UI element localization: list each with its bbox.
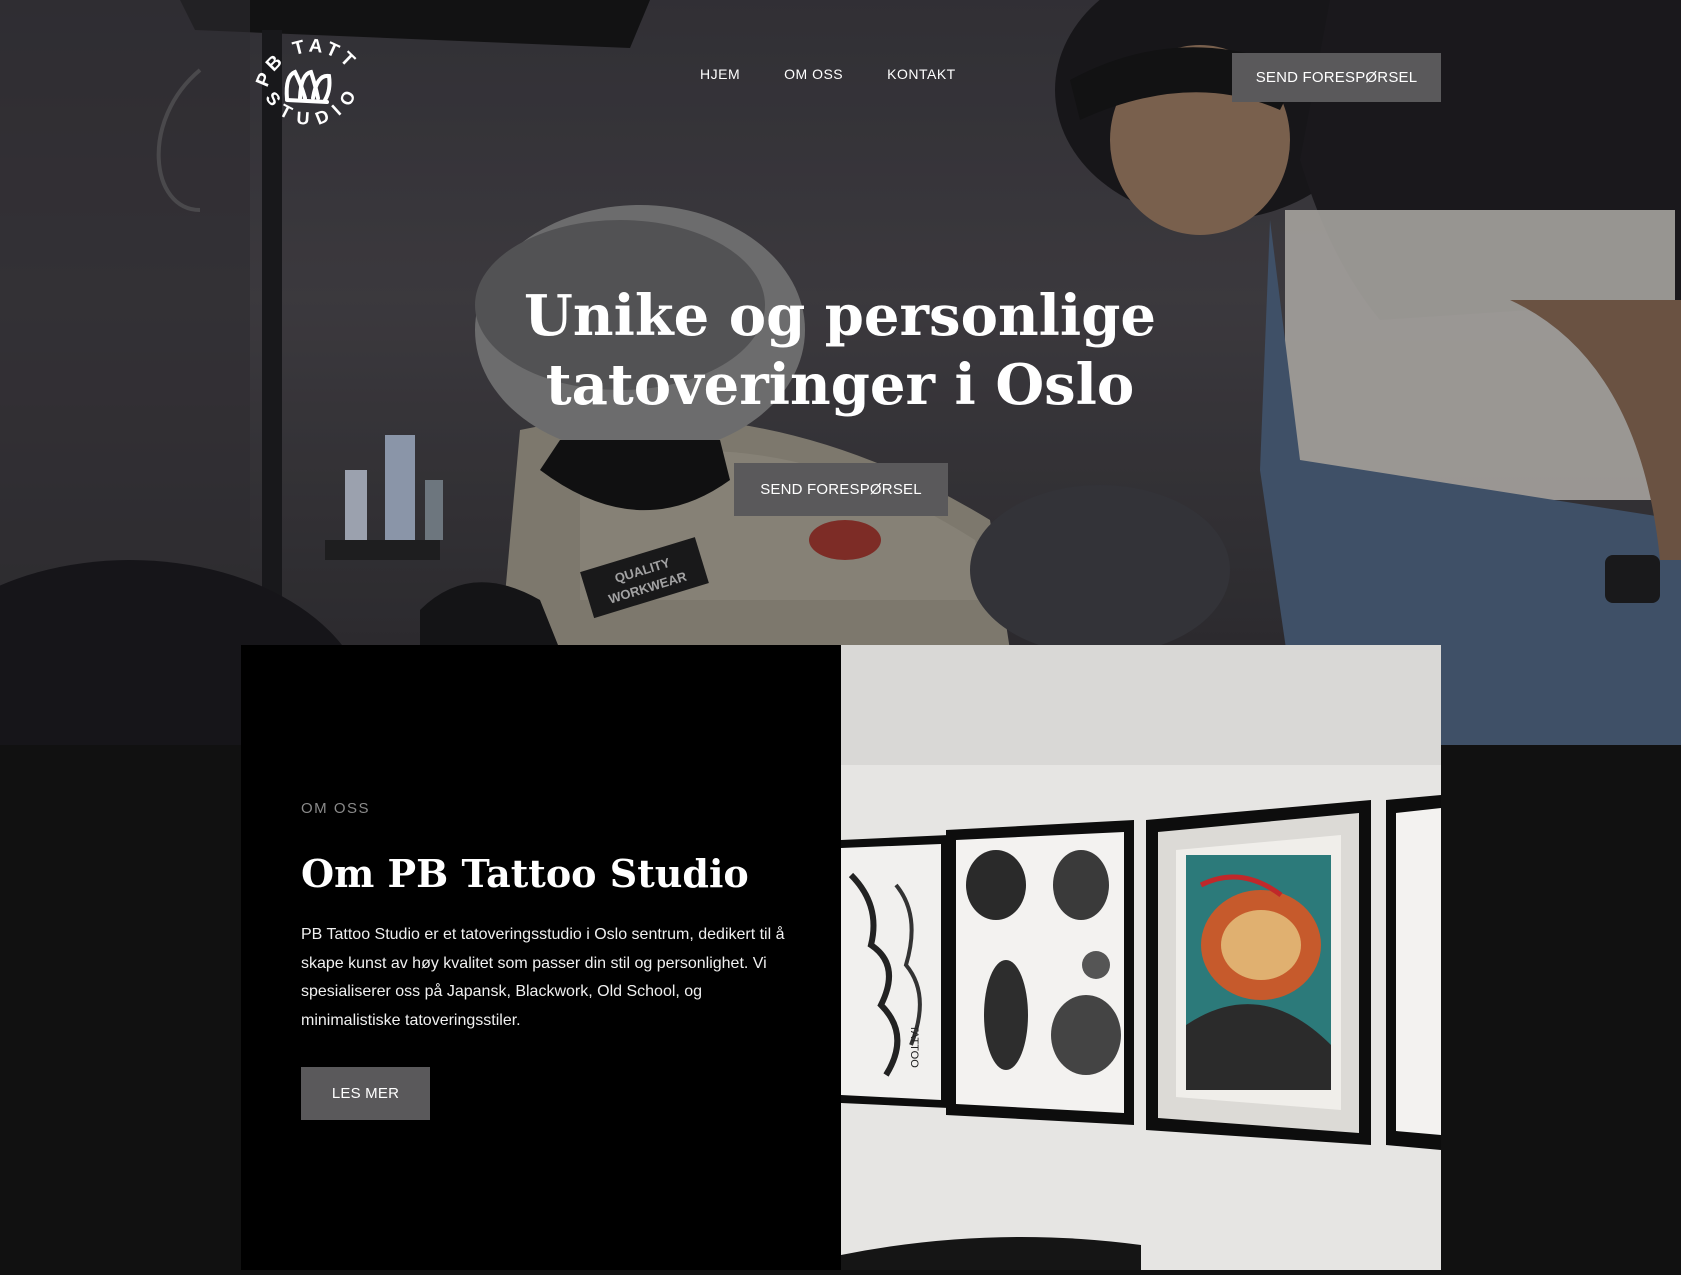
logo-text-bottom: STUDIO: [261, 79, 354, 129]
about-text-panel: OM OSS Om PB Tattoo Studio PB Tattoo Stu…: [241, 645, 841, 1270]
about-body-text: PB Tattoo Studio er et tatoveringsstudio…: [301, 926, 785, 1029]
hero-title-line-1: Unike og personlige: [524, 283, 1156, 349]
hands-icon: [284, 69, 332, 104]
header-send-request-button[interactable]: SEND FORESPØRSEL: [1232, 53, 1441, 102]
read-more-button[interactable]: LES MER: [301, 1067, 430, 1120]
nav-link-hjem[interactable]: HJEM: [700, 66, 740, 82]
svg-text:STUDIO: STUDIO: [261, 79, 363, 129]
framed-artwork-3: [1146, 800, 1371, 1145]
studio-wall-photo: TATTOO: [841, 645, 1441, 1270]
framed-artwork-2: [946, 820, 1134, 1125]
hero-title-line-2: tatoveringer i Oslo: [545, 352, 1135, 418]
framed-artwork-1: TATTOO: [841, 835, 949, 1108]
about-section: OM OSS Om PB Tattoo Studio PB Tattoo Stu…: [241, 645, 1441, 1270]
hero-send-request-button[interactable]: SEND FORESPØRSEL: [734, 463, 948, 516]
nav-link-kontakt[interactable]: KONTAKT: [887, 66, 956, 82]
frame-text: TATTOO: [908, 1025, 920, 1068]
hero-title: Unike og personlige tatoveringer i Oslo: [440, 282, 1240, 420]
about-heading: Om PB Tattoo Studio: [301, 851, 749, 896]
framed-artwork-4: [1386, 795, 1441, 1150]
nav-link-om-oss[interactable]: OM OSS: [784, 66, 843, 82]
main-nav: HJEM OM OSS KONTAKT: [700, 66, 956, 82]
hero-section: QUALITY WORKWEAR PB TATT STUDIO HJEM OM …: [0, 0, 1681, 745]
pb-tattoo-logo-icon[interactable]: PB TATTOO STUDIO: [245, 14, 375, 144]
about-eyebrow: OM OSS: [301, 800, 371, 817]
